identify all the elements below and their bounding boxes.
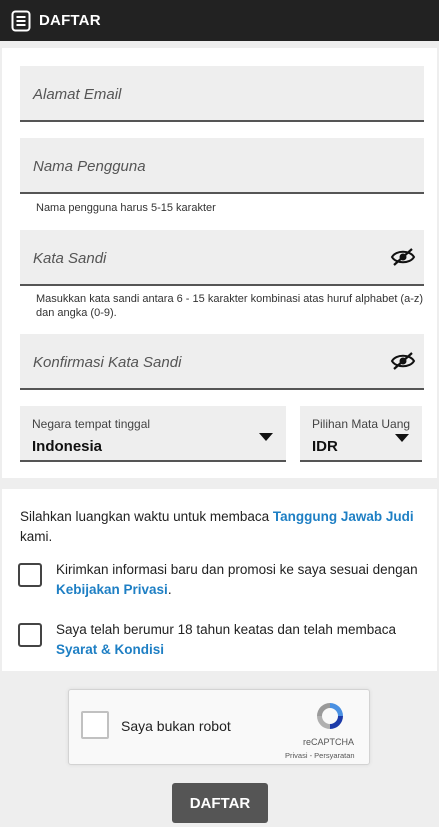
promo-consent-checkbox[interactable] [18, 563, 42, 587]
register-button[interactable]: DAFTAR [172, 783, 268, 823]
terms-section: Silahkan luangkan waktu untuk membaca Ta… [2, 489, 437, 671]
confirm-password-placeholder: Konfirmasi Kata Sandi [33, 354, 182, 371]
eye-slash-icon[interactable] [390, 351, 416, 371]
caret-down-icon [259, 433, 273, 441]
country-label: Negara tempat tinggal [32, 417, 151, 431]
age-consent-text: Saya telah berumur 18 tahun keatas dan t… [56, 620, 426, 660]
eye-slash-icon[interactable] [390, 247, 416, 267]
password-field[interactable]: Kata Sandi [20, 230, 424, 286]
recaptcha-brand: reCAPTCHA [303, 737, 355, 747]
intro-prefix: Silahkan luangkan waktu untuk membaca [20, 509, 273, 524]
registration-form: Alamat Email Nama Pengguna Nama pengguna… [2, 48, 437, 478]
age-consent-checkbox[interactable] [18, 623, 42, 647]
currency-label: Pilihan Mata Uang [312, 417, 411, 431]
responsible-gambling-text: Silahkan luangkan waktu untuk membaca Ta… [20, 507, 420, 547]
username-placeholder: Nama Pengguna [33, 158, 146, 175]
recaptcha-checkbox[interactable] [81, 711, 109, 739]
recaptcha-logo-icon [317, 703, 343, 729]
username-field[interactable]: Nama Pengguna [20, 138, 424, 194]
currency-value: IDR [312, 438, 338, 455]
password-hint: Masukkan kata sandi antara 6 - 15 karakt… [36, 293, 424, 319]
terms-conditions-link[interactable]: Syarat & Kondisi [56, 642, 164, 657]
password-placeholder: Kata Sandi [33, 250, 107, 267]
country-value: Indonesia [32, 438, 103, 455]
page-header: DAFTAR [0, 0, 439, 41]
document-list-icon [11, 10, 31, 32]
page-title: DAFTAR [39, 12, 101, 29]
recaptcha-widget: Saya bukan robot reCAPTCHA Privasi - Per… [68, 689, 370, 765]
promo-suffix: . [167, 582, 172, 597]
country-select[interactable]: Negara tempat tinggal Indonesia [20, 406, 286, 462]
confirm-password-field[interactable]: Konfirmasi Kata Sandi [20, 334, 424, 390]
email-field[interactable]: Alamat Email [20, 66, 424, 122]
caret-down-icon [395, 434, 409, 442]
recaptcha-terms-link[interactable]: Privasi - Persyaratan [285, 751, 355, 760]
age-text: Saya telah berumur 18 tahun keatas dan t… [56, 622, 396, 637]
intro-suffix: kami. [20, 529, 53, 544]
recaptcha-label: Saya bukan robot [121, 718, 231, 734]
responsible-gambling-link[interactable]: Tanggung Jawab Judi [273, 509, 414, 524]
currency-select[interactable]: Pilihan Mata Uang IDR [300, 406, 422, 462]
username-hint: Nama pengguna harus 5-15 karakter [36, 202, 216, 214]
privacy-policy-link[interactable]: Kebijakan Privasi [56, 582, 168, 597]
promo-consent-text: Kirimkan informasi baru dan promosi ke s… [56, 560, 426, 600]
promo-text: Kirimkan informasi baru dan promosi ke s… [56, 562, 418, 577]
email-placeholder: Alamat Email [33, 86, 122, 103]
